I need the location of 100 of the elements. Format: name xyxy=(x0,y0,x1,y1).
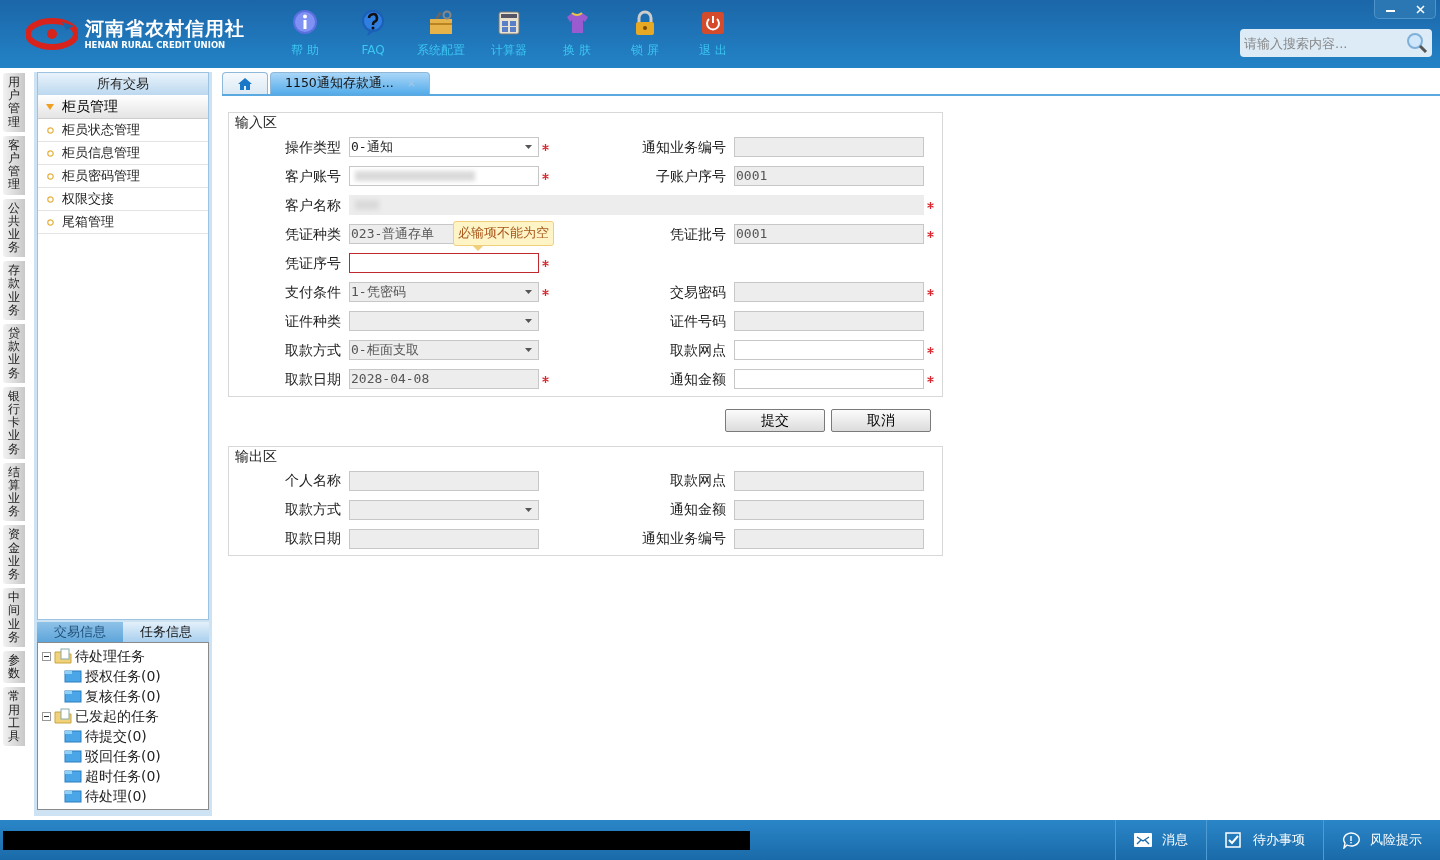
dropdown-arrow-icon xyxy=(525,348,532,352)
calculator-icon xyxy=(495,9,523,38)
folder-icon xyxy=(64,689,82,703)
field-label: 证件种类 xyxy=(284,311,342,331)
mail-icon xyxy=(1134,831,1152,849)
form-button[interactable]: 取消 xyxy=(831,408,931,432)
tooltip-arrow-icon xyxy=(473,246,483,251)
checkbox-icon xyxy=(1225,831,1243,849)
collapse-icon xyxy=(42,651,51,661)
menu-item[interactable]: 柜员状态管理 xyxy=(38,119,208,142)
field-label: 证件号码 xyxy=(669,311,727,331)
side-tab[interactable]: 常用工具 xyxy=(3,687,25,747)
dropdown-arrow-icon xyxy=(525,319,532,323)
page-tab[interactable]: 1150通知存款通... xyxy=(270,72,430,94)
tree-node[interactable]: 复核任务(0) xyxy=(42,686,208,706)
field-label: 交易密码 xyxy=(669,282,727,302)
field-label: 通知金额 xyxy=(669,500,727,519)
panel-title: 所有交易 xyxy=(38,73,208,95)
bullet-icon xyxy=(47,126,54,134)
close-icon[interactable] xyxy=(407,80,415,87)
tree-node[interactable]: 待提交(0) xyxy=(42,726,208,746)
home-icon xyxy=(237,76,253,91)
status-button[interactable]: 待办事项 xyxy=(1206,820,1323,860)
bullet-icon xyxy=(47,195,54,203)
folder-icon xyxy=(54,648,72,664)
tree-node[interactable]: 授权任务(0) xyxy=(42,666,208,686)
folder-icon xyxy=(64,669,82,683)
logo-icon xyxy=(26,18,78,50)
tree-node[interactable]: 待处理任务 xyxy=(42,646,208,666)
side-tab[interactable]: 存款业务 xyxy=(3,261,25,320)
bullet-icon xyxy=(47,218,54,226)
folder-icon xyxy=(64,749,82,763)
required-asterisk-icon xyxy=(927,230,934,238)
menu-group[interactable]: 柜员管理 xyxy=(38,95,208,119)
section-title: 输出区 xyxy=(233,446,279,465)
dropdown-arrow-icon xyxy=(525,145,532,149)
input-field[interactable] xyxy=(734,369,924,389)
status-button[interactable]: 风险提示 xyxy=(1323,820,1440,860)
search-icon[interactable] xyxy=(1406,32,1428,54)
side-tab[interactable]: 中间业务 xyxy=(3,588,25,647)
close-icon xyxy=(1415,4,1425,14)
field-label: 取款日期 xyxy=(284,529,342,548)
field-label: 取款方式 xyxy=(284,500,342,519)
side-tab[interactable]: 结算业务 xyxy=(3,462,25,522)
expanded-arrow-icon xyxy=(46,102,54,111)
dropdown-field[interactable]: 0-通知 xyxy=(349,137,539,157)
status-button[interactable]: 消息 xyxy=(1115,820,1206,860)
field-label: 取款方式 xyxy=(284,340,342,360)
field-label: 通知金额 xyxy=(669,369,727,389)
required-asterisk-icon xyxy=(927,375,934,383)
collapse-icon xyxy=(42,711,51,721)
side-tab[interactable]: 贷款业务 xyxy=(3,324,25,383)
menu-item[interactable]: 柜员信息管理 xyxy=(38,142,208,165)
input-field[interactable] xyxy=(734,340,924,360)
tree-node[interactable]: 驳回任务(0) xyxy=(42,746,208,766)
required-asterisk-icon xyxy=(542,143,549,151)
logo-title: 河南省农村信用社 xyxy=(84,18,245,38)
field-label: 个人名称 xyxy=(284,471,342,490)
required-asterisk-icon xyxy=(542,288,549,296)
folder-icon xyxy=(54,708,72,724)
field-label: 支付条件 xyxy=(284,282,342,302)
required-asterisk-icon xyxy=(542,259,549,267)
speech-bubble-icon xyxy=(1342,831,1360,849)
input-field[interactable] xyxy=(349,166,539,186)
field-label: 凭证种类 xyxy=(284,224,342,244)
home-tab[interactable] xyxy=(222,72,268,94)
field-label: 子账户序号 xyxy=(655,166,727,186)
side-tab[interactable]: 资金业务 xyxy=(3,525,25,585)
menu-item[interactable]: 权限交接 xyxy=(38,188,208,211)
side-tab[interactable]: 参数 xyxy=(3,650,25,684)
tree-node[interactable]: 待处理(0) xyxy=(42,786,208,806)
search-field[interactable]: 请输入搜索内容... xyxy=(1240,29,1432,57)
field-label: 客户账号 xyxy=(284,166,342,186)
tree-node[interactable]: 超时任务(0) xyxy=(42,766,208,786)
required-asterisk-icon xyxy=(927,288,934,296)
panel-tab[interactable]: 交易信息 xyxy=(37,622,123,642)
field-label: 凭证批号 xyxy=(669,224,727,244)
section-title: 输入区 xyxy=(233,113,279,131)
folder-icon xyxy=(64,729,82,743)
side-tab[interactable]: 银行卡业务 xyxy=(3,386,25,459)
form-button[interactable]: 提交 xyxy=(724,408,825,432)
required-asterisk-icon xyxy=(542,172,549,180)
side-tab[interactable]: 公共业务 xyxy=(3,198,25,258)
field-label: 客户名称 xyxy=(284,195,342,215)
field-label: 凭证序号 xyxy=(284,253,342,273)
field-label: 取款日期 xyxy=(284,369,342,389)
field-label: 通知业务编号 xyxy=(641,137,727,157)
error-tooltip: 必输项不能为空 xyxy=(453,221,554,246)
field-label: 取款网点 xyxy=(669,471,727,490)
logo-subtitle: HENAN RURAL CREDIT UNION xyxy=(84,40,227,50)
menu-item[interactable]: 尾箱管理 xyxy=(38,211,208,234)
panel-tab[interactable]: 任务信息 xyxy=(123,622,209,642)
side-tab[interactable]: 客户管理 xyxy=(3,135,25,195)
field-label: 操作类型 xyxy=(284,137,342,157)
tree-node[interactable]: 已发起的任务 xyxy=(42,706,208,726)
help-icon xyxy=(359,9,387,38)
folder-icon xyxy=(64,789,82,803)
side-tab[interactable]: 用户管理 xyxy=(3,73,25,132)
menu-item[interactable]: 柜员密码管理 xyxy=(38,165,208,188)
bullet-icon xyxy=(47,149,54,157)
